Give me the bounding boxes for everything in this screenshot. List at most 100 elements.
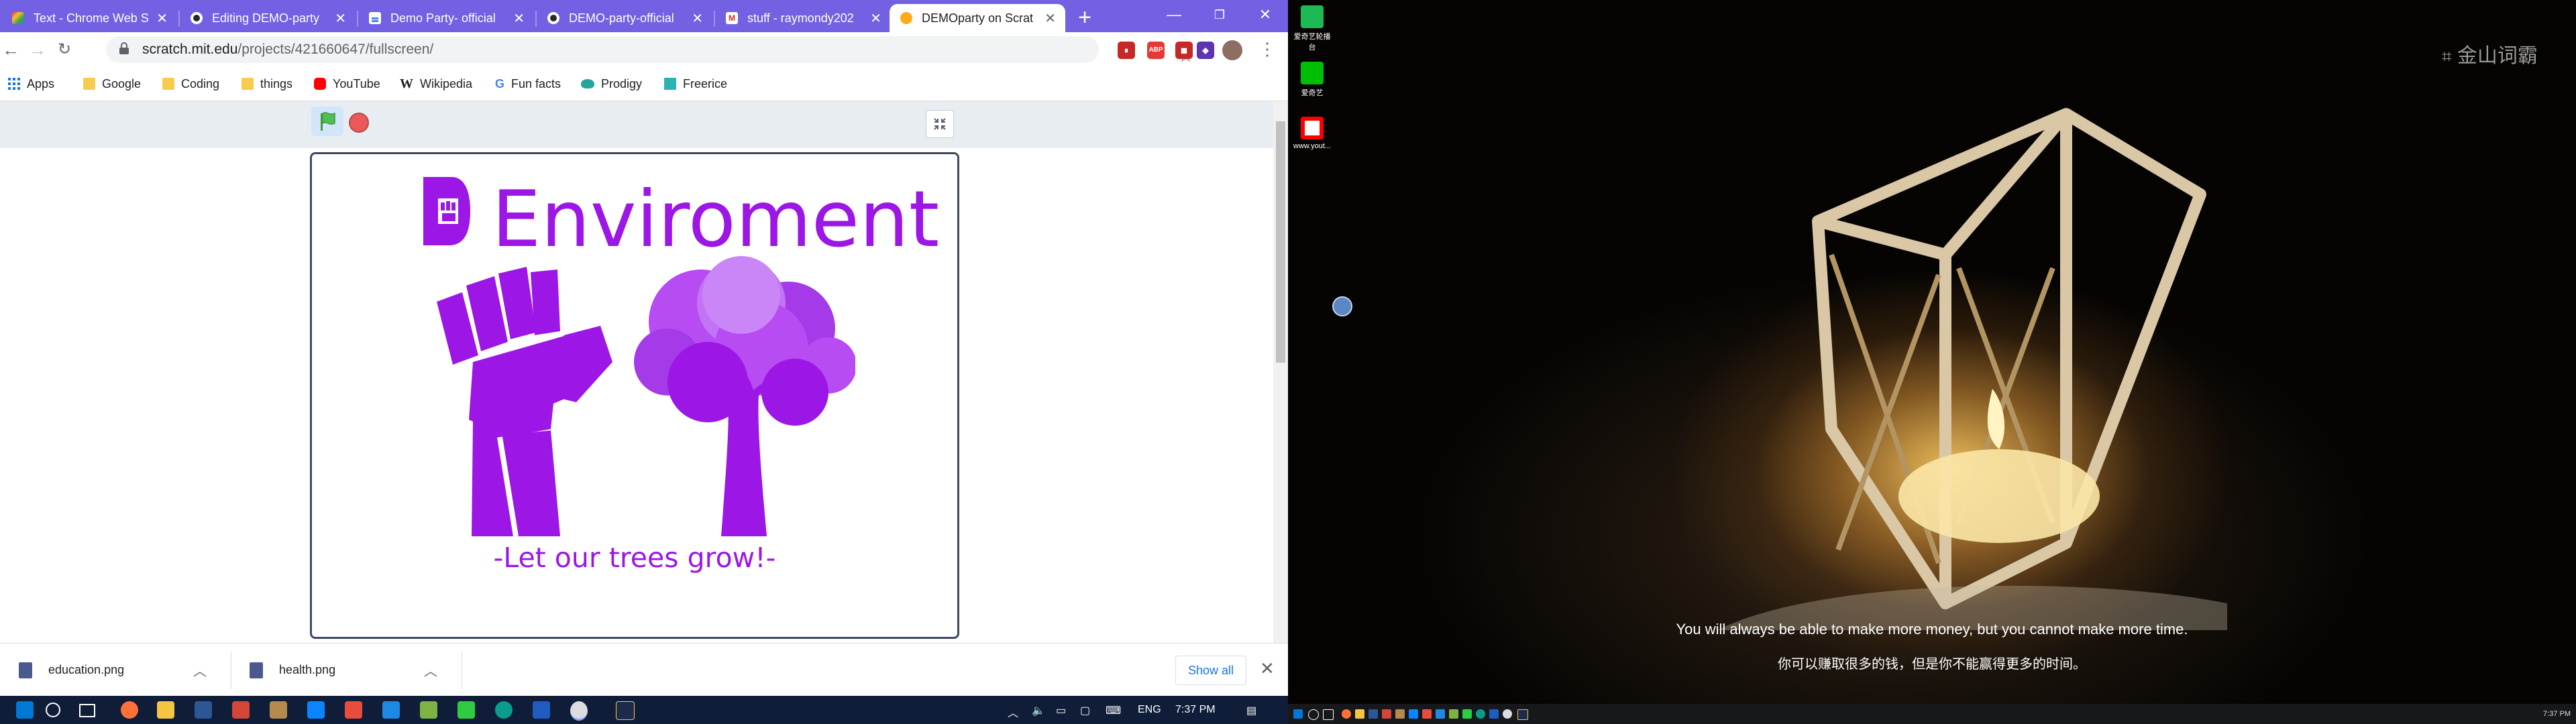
edge-icon[interactable] bbox=[495, 701, 513, 719]
ie-icon[interactable] bbox=[1489, 709, 1499, 719]
extension-icon[interactable]: ◼ bbox=[1175, 42, 1193, 59]
app-icon[interactable] bbox=[1449, 709, 1458, 719]
window-close-button[interactable]: ✕ bbox=[1242, 0, 1288, 29]
back-button[interactable]: ← bbox=[0, 39, 21, 60]
app-icon[interactable] bbox=[232, 701, 250, 719]
tab-title: Demo Party- official bbox=[390, 11, 496, 25]
stage-controls bbox=[0, 101, 1273, 148]
task-view-icon[interactable] bbox=[1323, 709, 1334, 720]
adblock-icon[interactable]: ABP bbox=[1147, 42, 1165, 59]
desktop-icon[interactable]: 爱奇艺 bbox=[1292, 62, 1332, 98]
page-scrollbar[interactable] bbox=[1273, 101, 1288, 643]
exit-fullscreen-button[interactable] bbox=[926, 110, 954, 138]
stop-button[interactable] bbox=[349, 113, 369, 133]
bookmark-youtube[interactable]: YouTube bbox=[314, 67, 380, 101]
tab-gmail-stuff[interactable]: M stuff - raymondy202 ✕ bbox=[715, 4, 891, 32]
desktop-icon[interactable]: 爱奇艺轮播台 bbox=[1292, 5, 1332, 52]
task-view-icon[interactable] bbox=[79, 704, 95, 717]
windows-start-icon[interactable] bbox=[1293, 709, 1303, 719]
desktop-icon[interactable]: www.yout... bbox=[1292, 117, 1332, 150]
show-all-button[interactable]: Show all bbox=[1175, 656, 1246, 685]
tab-demo-party-official-github[interactable]: DEMO-party-official ✕ bbox=[537, 4, 712, 32]
forward-button[interactable]: → bbox=[27, 39, 48, 60]
bookmark-coding[interactable]: Coding bbox=[162, 67, 219, 101]
chevron-up-icon[interactable]: ︿ bbox=[424, 660, 437, 680]
new-tab-button[interactable]: + bbox=[1072, 5, 1097, 31]
secondary-taskbar-clock[interactable]: 7:37 PM bbox=[2543, 704, 2571, 724]
ie-icon[interactable] bbox=[533, 701, 550, 719]
app-icon[interactable] bbox=[1395, 709, 1405, 719]
bookmark-things[interactable]: things bbox=[241, 67, 292, 101]
app-icon[interactable] bbox=[1409, 709, 1418, 719]
apps-grid-icon bbox=[8, 78, 20, 90]
extension-icon[interactable]: ◆ bbox=[1197, 42, 1214, 59]
reload-button[interactable]: ↻ bbox=[54, 39, 75, 60]
network-icon[interactable]: ▢ bbox=[1080, 704, 1090, 717]
chrome-icon[interactable] bbox=[1503, 709, 1512, 719]
tab-demoparty-scratch[interactable]: DEMOparty on Scrat ✕ bbox=[890, 4, 1065, 32]
file-explorer-icon[interactable] bbox=[1355, 709, 1364, 719]
app-icon[interactable] bbox=[420, 701, 437, 719]
app-icon[interactable] bbox=[270, 701, 287, 719]
tab-demo-party-official-docs[interactable]: Demo Party- official ✕ bbox=[358, 4, 534, 32]
close-icon[interactable]: ✕ bbox=[692, 10, 703, 27]
app-icon[interactable] bbox=[195, 701, 212, 719]
bookmark-google[interactable]: Google bbox=[83, 67, 141, 101]
firefox-icon[interactable] bbox=[121, 701, 138, 719]
iqiyi-icon[interactable] bbox=[458, 701, 475, 719]
bookmark-prodigy[interactable]: Prodigy bbox=[581, 67, 642, 101]
app-icon[interactable] bbox=[1382, 709, 1391, 719]
chrome-icon[interactable] bbox=[570, 701, 588, 721]
close-downloads-icon[interactable]: ✕ bbox=[1260, 658, 1275, 679]
profile-avatar[interactable] bbox=[1222, 40, 1242, 60]
scrollbar-thumb[interactable] bbox=[1276, 121, 1285, 363]
app-icon[interactable] bbox=[382, 701, 400, 719]
app-icon[interactable] bbox=[616, 701, 635, 720]
close-icon[interactable]: ✕ bbox=[156, 10, 168, 27]
file-explorer-icon[interactable] bbox=[157, 701, 174, 719]
firefox-icon[interactable] bbox=[1342, 709, 1351, 719]
close-icon[interactable]: ✕ bbox=[1044, 10, 1056, 27]
app-icon[interactable] bbox=[1422, 709, 1432, 719]
keyboard-icon[interactable]: ⌨ bbox=[1106, 704, 1121, 717]
app-icon[interactable] bbox=[1517, 709, 1528, 720]
jinshan-watermark: ⌗ 金山词霸 bbox=[2442, 44, 2538, 68]
bookmark-apps[interactable]: Apps bbox=[8, 67, 54, 101]
taskbar-clock[interactable]: 7:37 PM bbox=[1175, 696, 1216, 724]
bookmark-fun-facts[interactable]: G Fun facts bbox=[495, 67, 561, 101]
extension-icon[interactable]: ⏸ bbox=[1118, 42, 1135, 59]
download-item[interactable]: health.png ︿ bbox=[231, 644, 456, 697]
app-icon[interactable] bbox=[1436, 709, 1445, 719]
bookmark-freerice[interactable]: Freerice bbox=[664, 67, 727, 101]
input-language[interactable]: ENG bbox=[1138, 696, 1161, 724]
more-menu-icon[interactable]: ⋮ bbox=[1258, 39, 1276, 60]
search-icon[interactable] bbox=[1308, 709, 1319, 720]
restore-button[interactable]: ❐ bbox=[1197, 0, 1242, 29]
scratch-stage[interactable]: Enviroment -Let our trees grow!- bbox=[310, 152, 959, 639]
green-flag-button[interactable] bbox=[311, 107, 343, 136]
assistant-mascot-icon[interactable] bbox=[1332, 296, 1352, 316]
app-icon[interactable] bbox=[1368, 709, 1378, 719]
chevron-up-icon[interactable]: ︿ bbox=[193, 660, 207, 680]
tab-editing-demo-party[interactable]: Editing DEMO-party ✕ bbox=[180, 4, 356, 32]
iqiyi-icon[interactable] bbox=[1462, 709, 1472, 719]
chevron-up-icon[interactable]: ︿ bbox=[1008, 704, 1018, 720]
volume-icon[interactable]: 🔈 bbox=[1032, 704, 1045, 717]
app-icon[interactable] bbox=[307, 701, 325, 719]
minimize-button[interactable]: — bbox=[1151, 0, 1197, 29]
prodigy-icon bbox=[581, 79, 594, 88]
download-item[interactable]: education.png ︿ bbox=[0, 644, 225, 697]
notifications-icon[interactable]: ▤ bbox=[1246, 704, 1256, 717]
bookmark-wikipedia[interactable]: W Wikipedia bbox=[400, 67, 472, 101]
tab-text-chrome-web-store[interactable]: Text - Chrome Web S ✕ bbox=[1, 4, 177, 32]
edge-icon[interactable] bbox=[1476, 709, 1485, 719]
address-bar[interactable]: scratch.mit.edu/projects/421660647/fulls… bbox=[106, 36, 1193, 66]
windows-start-icon[interactable] bbox=[16, 701, 34, 719]
close-icon[interactable]: ✕ bbox=[513, 10, 525, 27]
close-icon[interactable]: ✕ bbox=[335, 10, 346, 27]
app-icon[interactable] bbox=[345, 701, 362, 719]
close-icon[interactable]: ✕ bbox=[870, 10, 881, 27]
battery-icon[interactable]: ▭ bbox=[1056, 704, 1066, 717]
search-icon[interactable] bbox=[46, 703, 60, 717]
tab-title: DEMO-party-official bbox=[569, 11, 674, 25]
